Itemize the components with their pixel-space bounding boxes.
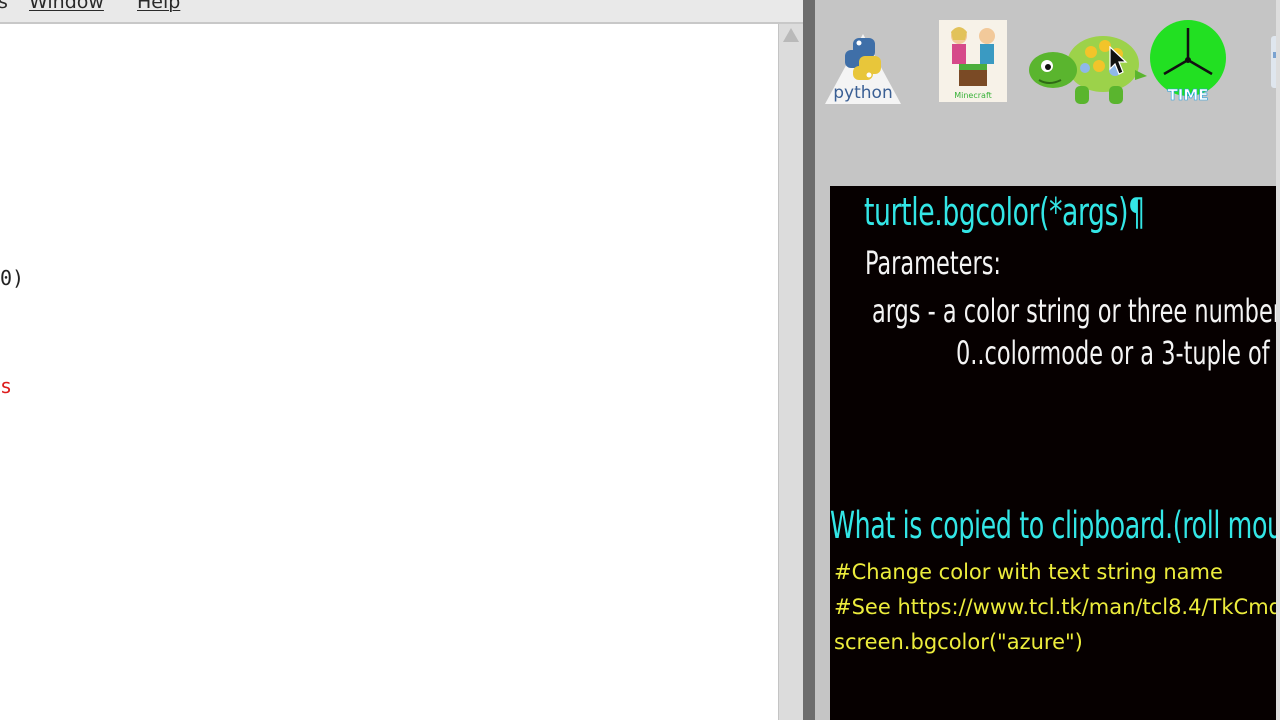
clipboard-heading: What is copied to clipboard.(roll mouse … (830, 504, 1280, 547)
code-editor[interactable]: 0) s (0, 24, 778, 720)
parameter-description: args - a color string or three numbers i… (872, 292, 1280, 330)
code-line-string: s (0, 374, 13, 398)
editor-window: s Window Help 0) s (0, 0, 803, 720)
turtle-icon[interactable] (1025, 30, 1149, 110)
clock-icon[interactable]: TIME (1148, 20, 1228, 104)
parameters-heading: Parameters: (865, 244, 1001, 282)
turtle-help-panel: python Minecraft TIME turtle.bgcolor(*ar… (815, 0, 1280, 720)
python-icon[interactable]: python (823, 26, 903, 106)
doc-box: turtle.bgcolor(*args)¶ Parameters: args … (830, 186, 1280, 720)
function-signature: turtle.bgcolor(*args)¶ (864, 190, 1145, 234)
scroll-up-arrow-icon[interactable] (783, 28, 799, 42)
minecraft-icon[interactable]: Minecraft (939, 20, 1007, 102)
menubar: s Window Help (0, 0, 803, 24)
python-icon-label: python (833, 83, 892, 103)
time-icon-label: TIME (1168, 86, 1209, 102)
parameter-description-cont: 0..colormode or a 3-tuple of such number… (956, 334, 1280, 372)
code-sample-line[interactable]: #Change color with text string name (834, 560, 1223, 584)
menu-item-window[interactable]: Window (29, 0, 104, 13)
code-line: 0) (0, 266, 25, 290)
vertical-scrollbar[interactable] (778, 24, 803, 720)
menu-item-partial[interactable]: s (0, 0, 8, 13)
code-sample-line[interactable]: screen.bgcolor("azure") (834, 630, 1083, 654)
minecraft-icon-label: Minecraft (954, 91, 992, 100)
window-splitter[interactable] (803, 0, 815, 720)
window-edge (1276, 0, 1280, 720)
mouse-cursor-icon (1109, 45, 1129, 76)
code-sample-line[interactable]: #See https://www.tcl.tk/man/tcl8.4/TkCmd… (834, 595, 1280, 619)
menu-item-help[interactable]: Help (137, 0, 180, 13)
